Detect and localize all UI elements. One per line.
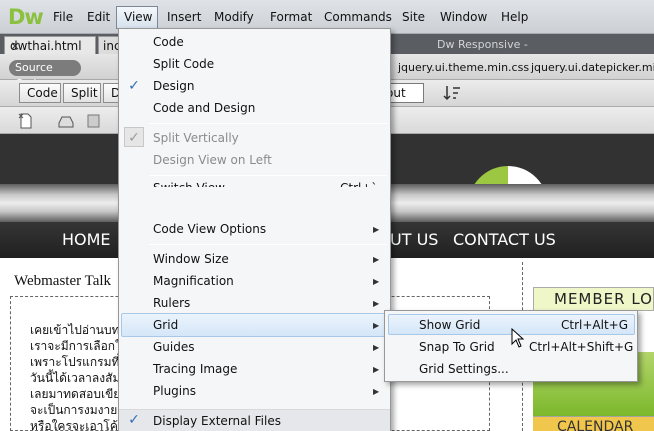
switch-view-shortcut: Ctrl+` bbox=[340, 181, 377, 187]
view-menu-design[interactable]: Design bbox=[153, 79, 194, 93]
menu-insert[interactable]: Insert bbox=[167, 10, 201, 24]
submenu-arrow-icon: ▶ bbox=[373, 277, 380, 286]
grid-submenu-grid-settings[interactable]: Grid Settings... bbox=[419, 362, 509, 376]
view-menu-split-code[interactable]: Split Code bbox=[153, 57, 214, 71]
file-icon[interactable] bbox=[16, 111, 36, 131]
show-grid-shortcut: Ctrl+Alt+G bbox=[561, 318, 629, 332]
split-view-button[interactable]: Split bbox=[63, 83, 101, 103]
view-menu-switch-view[interactable]: Switch View bbox=[153, 181, 225, 187]
tab-inc[interactable]: inc bbox=[98, 36, 120, 54]
nav-about-us[interactable]: UT US bbox=[390, 230, 438, 249]
view-menu-tracing-image[interactable]: Tracing Image bbox=[153, 362, 237, 376]
menu-file[interactable]: File bbox=[53, 10, 73, 24]
submenu-arrow-icon: ▶ bbox=[373, 343, 380, 352]
view-menu-rulers[interactable]: Rulers bbox=[153, 296, 190, 310]
menu-edit[interactable]: Edit bbox=[87, 10, 110, 24]
submenu-arrow-icon: ▶ bbox=[373, 321, 380, 330]
view-menu-guides[interactable]: Guides bbox=[153, 340, 195, 354]
menu-separator bbox=[149, 123, 387, 124]
source-code-button[interactable]: Source Code bbox=[9, 60, 81, 90]
view-menu-code[interactable]: Code bbox=[153, 35, 184, 49]
sort-icon[interactable] bbox=[443, 84, 463, 102]
submenu-arrow-icon: ▶ bbox=[373, 365, 380, 374]
menu-format[interactable]: Format bbox=[270, 10, 312, 24]
view-menu-magnification[interactable]: Magnification bbox=[153, 274, 234, 288]
nav-contact-us[interactable]: CONTACT US bbox=[453, 230, 556, 249]
grid-submenu-show-grid[interactable]: Show Grid bbox=[419, 318, 480, 332]
menu-modify[interactable]: Modify bbox=[214, 10, 254, 24]
dreamweaver-logo: Dw bbox=[8, 5, 44, 29]
checkmark-icon: ✓ bbox=[124, 127, 144, 147]
tab-dwthai-html[interactable]: dwthai.html × bbox=[4, 36, 96, 54]
sidebar-title: Webmaster Talk bbox=[14, 273, 112, 289]
view-menu-code-view-options[interactable]: Code View Options bbox=[153, 222, 266, 236]
submenu-arrow-icon: ▶ bbox=[373, 225, 380, 234]
view-menu-code-and-design[interactable]: Code and Design bbox=[153, 101, 255, 115]
nav-home[interactable]: HOME bbox=[62, 230, 111, 249]
checkmark-icon: ✓ bbox=[128, 78, 140, 94]
menu-commands[interactable]: Commands bbox=[324, 10, 392, 24]
menu-site[interactable]: Site bbox=[402, 10, 425, 24]
grid-submenu-snap-to-grid[interactable]: Snap To Grid bbox=[419, 340, 495, 354]
member-login-header: MEMBER LO bbox=[533, 287, 654, 311]
submenu-arrow-icon: ▶ bbox=[373, 387, 380, 396]
view-menu-grid[interactable]: Grid bbox=[153, 318, 178, 332]
window-title: Dw Responsive - bbox=[437, 38, 528, 51]
close-icon[interactable]: × bbox=[10, 39, 20, 53]
code-view-button[interactable]: Code bbox=[19, 83, 61, 103]
related-file-theme-css[interactable]: jquery.ui.theme.min.css bbox=[398, 61, 529, 74]
calendar-header: CALENDAR bbox=[533, 416, 654, 431]
submenu-arrow-icon: ▶ bbox=[373, 299, 380, 308]
view-menu-dropdown: Code Split Code ✓ Design Code and Design… bbox=[118, 28, 391, 431]
menu-view[interactable]: View bbox=[124, 10, 152, 24]
mouse-pointer-icon bbox=[511, 327, 525, 348]
view-menu-plugins[interactable]: Plugins bbox=[153, 384, 196, 398]
snap-to-grid-shortcut: Ctrl+Alt+Shift+G bbox=[529, 340, 634, 354]
car-icon[interactable] bbox=[56, 111, 76, 131]
menu-window[interactable]: Window bbox=[440, 10, 487, 24]
view-menu-display-external-files[interactable]: Display External Files bbox=[153, 414, 281, 428]
menu-separator bbox=[149, 244, 387, 245]
tab-label: dwthai.html bbox=[10, 39, 82, 53]
related-file-datepicker-css[interactable]: jquery.ui.datepicker.min.css bbox=[531, 61, 654, 74]
edit-icon[interactable] bbox=[84, 111, 104, 131]
view-menu-window-size[interactable]: Window Size bbox=[153, 252, 229, 266]
view-menu-split-vertically: Split Vertically bbox=[153, 131, 239, 145]
view-menu-design-view-left: Design View on Left bbox=[153, 153, 272, 167]
checkmark-icon: ✓ bbox=[128, 412, 140, 428]
member-login-label: MEMBER LO bbox=[554, 290, 653, 308]
submenu-arrow-icon: ▶ bbox=[373, 255, 380, 264]
menu-help[interactable]: Help bbox=[501, 10, 528, 24]
menu-separator bbox=[149, 175, 387, 176]
article-line: หรือใครจะเอาโค้ดไ bbox=[30, 419, 132, 431]
calendar-label: CALENDAR bbox=[557, 419, 634, 431]
